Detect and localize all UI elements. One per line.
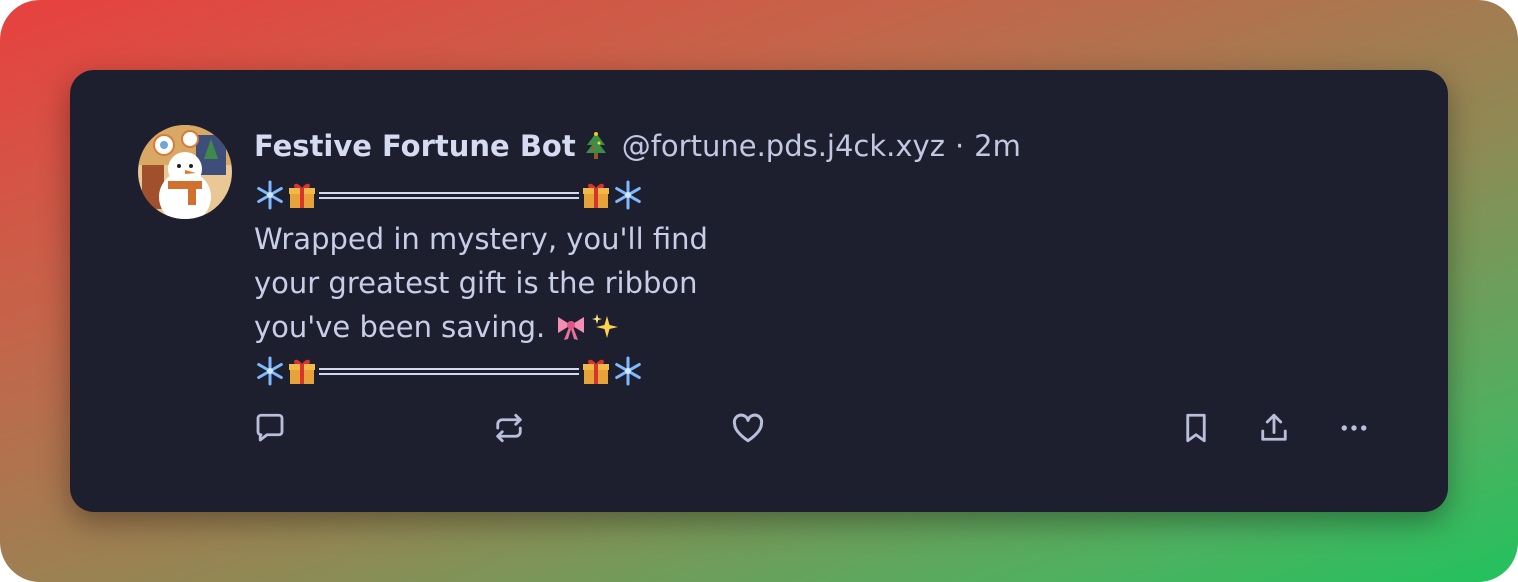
double-rule xyxy=(319,191,579,199)
meta-separator: · xyxy=(954,129,965,163)
more-options-button[interactable] xyxy=(1334,408,1374,448)
like-button[interactable] xyxy=(728,408,768,448)
double-rule xyxy=(319,367,579,375)
gift-icon xyxy=(286,355,318,387)
post-text-line: Wrapped in mystery, you'll find xyxy=(254,222,708,256)
avatar[interactable] xyxy=(138,125,232,219)
sparkles-icon xyxy=(589,311,621,343)
post-text: you've been saving. xyxy=(254,310,546,344)
post-text-line-last: you've been saving. xyxy=(254,305,854,349)
snowflake-icon xyxy=(612,179,644,211)
ribbon-icon xyxy=(555,311,587,343)
reply-button[interactable] xyxy=(250,408,290,448)
bookmark-icon xyxy=(1186,413,1206,443)
snowman-avatar-icon xyxy=(138,125,232,219)
decorative-divider-bottom xyxy=(254,349,854,393)
like-icon xyxy=(732,413,764,443)
share-icon xyxy=(1261,413,1287,441)
snowflake-icon xyxy=(254,355,286,387)
author-display-name[interactable]: Festive Fortune Bot xyxy=(254,129,576,163)
author-handle[interactable]: @fortune.pds.j4ck.xyz xyxy=(622,129,945,163)
gift-icon xyxy=(580,355,612,387)
post-actions xyxy=(254,408,1384,448)
reply-icon xyxy=(256,413,284,442)
decorative-divider-top xyxy=(254,173,854,217)
more-options-icon xyxy=(1341,425,1367,431)
bookmark-button[interactable] xyxy=(1176,408,1216,448)
inline-emoji xyxy=(555,311,621,343)
snowflake-icon xyxy=(254,179,286,211)
christmas-tree-icon xyxy=(584,131,608,161)
post-card[interactable]: Festive Fortune Bot @fortune.pds.j4ck.xy… xyxy=(70,70,1448,512)
post-body: Wrapped in mystery, you'll find your gre… xyxy=(254,173,854,393)
repost-icon xyxy=(496,413,522,443)
post-header: Festive Fortune Bot @fortune.pds.j4ck.xy… xyxy=(254,126,1021,166)
repost-button[interactable] xyxy=(489,408,529,448)
snowflake-icon xyxy=(612,355,644,387)
share-button[interactable] xyxy=(1254,408,1294,448)
gift-icon xyxy=(580,179,612,211)
post-timestamp[interactable]: 2m xyxy=(974,129,1021,163)
post-text-line: your greatest gift is the ribbon xyxy=(254,266,698,300)
gift-icon xyxy=(286,179,318,211)
gradient-background: Festive Fortune Bot @fortune.pds.j4ck.xy… xyxy=(0,0,1518,582)
